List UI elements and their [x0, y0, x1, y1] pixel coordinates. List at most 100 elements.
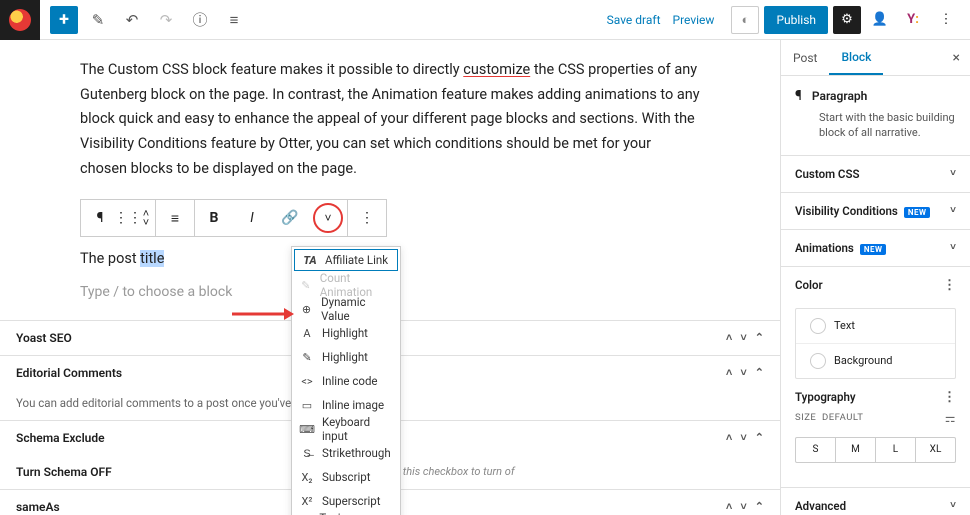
- item-icon: TA: [303, 254, 317, 267]
- paragraph-icon: ¶: [795, 88, 802, 104]
- chevron-up-icon[interactable]: ˄: [726, 366, 732, 379]
- dropdown-item-count-animation: ✎Count Animation: [292, 273, 400, 297]
- wp-logo[interactable]: [0, 0, 40, 40]
- item-icon: ⊕: [300, 303, 313, 316]
- edit-icon[interactable]: ✎: [84, 6, 112, 34]
- chevron-down-icon: ˅: [950, 500, 956, 511]
- dropdown-item-affiliate-link[interactable]: TAAffiliate Link: [294, 249, 398, 271]
- dropdown-item-inline-image[interactable]: ▭Inline image: [292, 393, 400, 417]
- panel-title: sameAs: [16, 500, 60, 514]
- item-icon: ✎: [300, 351, 314, 364]
- block-info: ¶Paragraph Start with the basic building…: [781, 76, 970, 156]
- dropdown-item-highlight[interactable]: ✎ Highlight: [292, 345, 400, 369]
- animations-section[interactable]: AnimationsNEW˅: [781, 230, 970, 267]
- move-top-icon[interactable]: ⌃: [755, 500, 764, 513]
- move-top-icon[interactable]: ⌃: [755, 366, 764, 379]
- preview-link[interactable]: Preview: [673, 13, 715, 27]
- chevron-down-icon[interactable]: ˅: [740, 366, 746, 379]
- add-block-button[interactable]: +: [50, 6, 78, 34]
- advanced-section[interactable]: Advanced ˅: [781, 488, 970, 515]
- chevron-up-icon[interactable]: ˄: [726, 431, 732, 444]
- block-toolbar: ¶ ⋮⋮ ˄˅ ≡ B I 🔗 ˅ ⋮: [80, 199, 387, 237]
- paragraph-text: The post: [80, 250, 140, 267]
- size-option-l[interactable]: L: [876, 438, 916, 462]
- item-icon: S̶: [300, 447, 314, 460]
- chevron-down-icon[interactable]: ˅: [740, 500, 746, 513]
- chevron-up-icon[interactable]: ˄: [726, 500, 732, 513]
- drag-handle-icon[interactable]: ⋮⋮: [119, 200, 137, 236]
- chevron-down-icon[interactable]: ˅: [740, 331, 746, 344]
- move-top-icon[interactable]: ⌃: [755, 331, 764, 344]
- undo-icon[interactable]: ↶: [118, 6, 146, 34]
- custom-css-section[interactable]: Custom CSS˅: [781, 156, 970, 193]
- more-icon[interactable]: ⋮: [943, 278, 956, 293]
- selected-text: title: [140, 250, 164, 267]
- turn-schema-label: Turn Schema OFF: [16, 465, 112, 479]
- settings-button[interactable]: ⚙: [833, 6, 861, 34]
- block-more-icon[interactable]: ⋮: [348, 200, 386, 236]
- item-label: Dynamic Value: [321, 295, 392, 323]
- tab-post[interactable]: Post: [781, 40, 829, 75]
- jetpack-button[interactable]: ◐: [731, 6, 759, 34]
- item-label: Typing Animation: [319, 511, 392, 515]
- outline-icon[interactable]: ≡: [220, 6, 248, 34]
- move-updown-icon[interactable]: ˄˅: [137, 200, 155, 236]
- publish-button[interactable]: Publish: [764, 6, 828, 34]
- size-option-m[interactable]: M: [836, 438, 876, 462]
- move-top-icon[interactable]: ⌃: [755, 431, 764, 444]
- dropdown-item-superscript[interactable]: X² Superscript: [292, 489, 400, 513]
- section-title: Animations: [795, 241, 854, 255]
- text-color-row[interactable]: Text: [796, 309, 955, 343]
- more-menu-icon[interactable]: ⋮: [932, 6, 960, 34]
- dropdown-item-dynamic-value[interactable]: ⊕ Dynamic Value: [292, 297, 400, 321]
- yoast-icon[interactable]: Y:: [899, 6, 927, 34]
- size-option-xl[interactable]: XL: [916, 438, 955, 462]
- option-label: Background: [834, 354, 892, 367]
- item-label: Superscript: [322, 494, 381, 508]
- panel-title: Editorial Comments: [16, 366, 122, 380]
- tab-block[interactable]: Block: [829, 40, 883, 75]
- size-option-s[interactable]: S: [796, 438, 836, 462]
- info-icon[interactable]: ⓘ: [186, 6, 214, 34]
- rich-text-dropdown: TAAffiliate Link✎Count Animation ⊕ Dynamic…: [291, 246, 401, 515]
- chevron-down-icon[interactable]: ˅: [740, 431, 746, 444]
- sliders-icon[interactable]: ⚎: [945, 411, 956, 425]
- new-badge: NEW: [904, 207, 931, 218]
- section-title: Visibility Conditions: [795, 204, 898, 218]
- italic-button[interactable]: I: [233, 200, 271, 236]
- typography-section[interactable]: Typography⋮: [781, 379, 970, 411]
- chevron-up-icon[interactable]: ˄: [726, 331, 732, 344]
- dropdown-item-subscript[interactable]: X₂Subscript: [292, 465, 400, 489]
- color-section[interactable]: Color ⋮: [781, 267, 970, 304]
- color-swatch: [810, 318, 826, 334]
- paragraph-block[interactable]: The Custom CSS block feature makes it po…: [80, 58, 700, 181]
- dropdown-item-keyboard-input[interactable]: ⌨Keyboard input: [292, 417, 400, 441]
- item-label: Strikethrough: [322, 446, 391, 460]
- bold-button[interactable]: B: [195, 200, 233, 236]
- dropdown-item-inline-code[interactable]: <>Inline code: [292, 369, 400, 393]
- block-type-title: Paragraph: [812, 89, 867, 103]
- panel-title: Schema Exclude: [16, 431, 105, 445]
- chevron-down-icon: ˅: [950, 168, 956, 179]
- redo-icon[interactable]: ↷: [152, 6, 180, 34]
- dropdown-item-highlight[interactable]: AHighlight: [292, 321, 400, 345]
- item-icon: X²: [300, 495, 314, 508]
- more-icon[interactable]: ⋮: [943, 390, 956, 405]
- item-label: Inline code: [322, 374, 378, 388]
- item-icon: ✎: [300, 279, 312, 292]
- save-draft-link[interactable]: Save draft: [607, 13, 661, 27]
- section-title: Color: [795, 278, 823, 292]
- more-rich-text-button[interactable]: ˅: [313, 203, 343, 233]
- align-icon[interactable]: ≡: [156, 200, 194, 236]
- paragraph-text: The Custom CSS block feature makes it po…: [80, 61, 463, 78]
- user-icon[interactable]: 👤: [866, 6, 894, 34]
- item-icon: X₂: [300, 471, 314, 484]
- item-label: Highlight: [322, 350, 368, 364]
- background-color-row[interactable]: Background: [796, 343, 955, 378]
- link-button[interactable]: 🔗: [271, 200, 309, 236]
- section-title: Advanced: [795, 499, 846, 513]
- close-sidebar-icon[interactable]: ×: [953, 50, 960, 66]
- visibility-section[interactable]: Visibility ConditionsNEW˅: [781, 193, 970, 230]
- option-label: Text: [834, 319, 855, 332]
- dropdown-item-strikethrough[interactable]: S̶ Strikethrough: [292, 441, 400, 465]
